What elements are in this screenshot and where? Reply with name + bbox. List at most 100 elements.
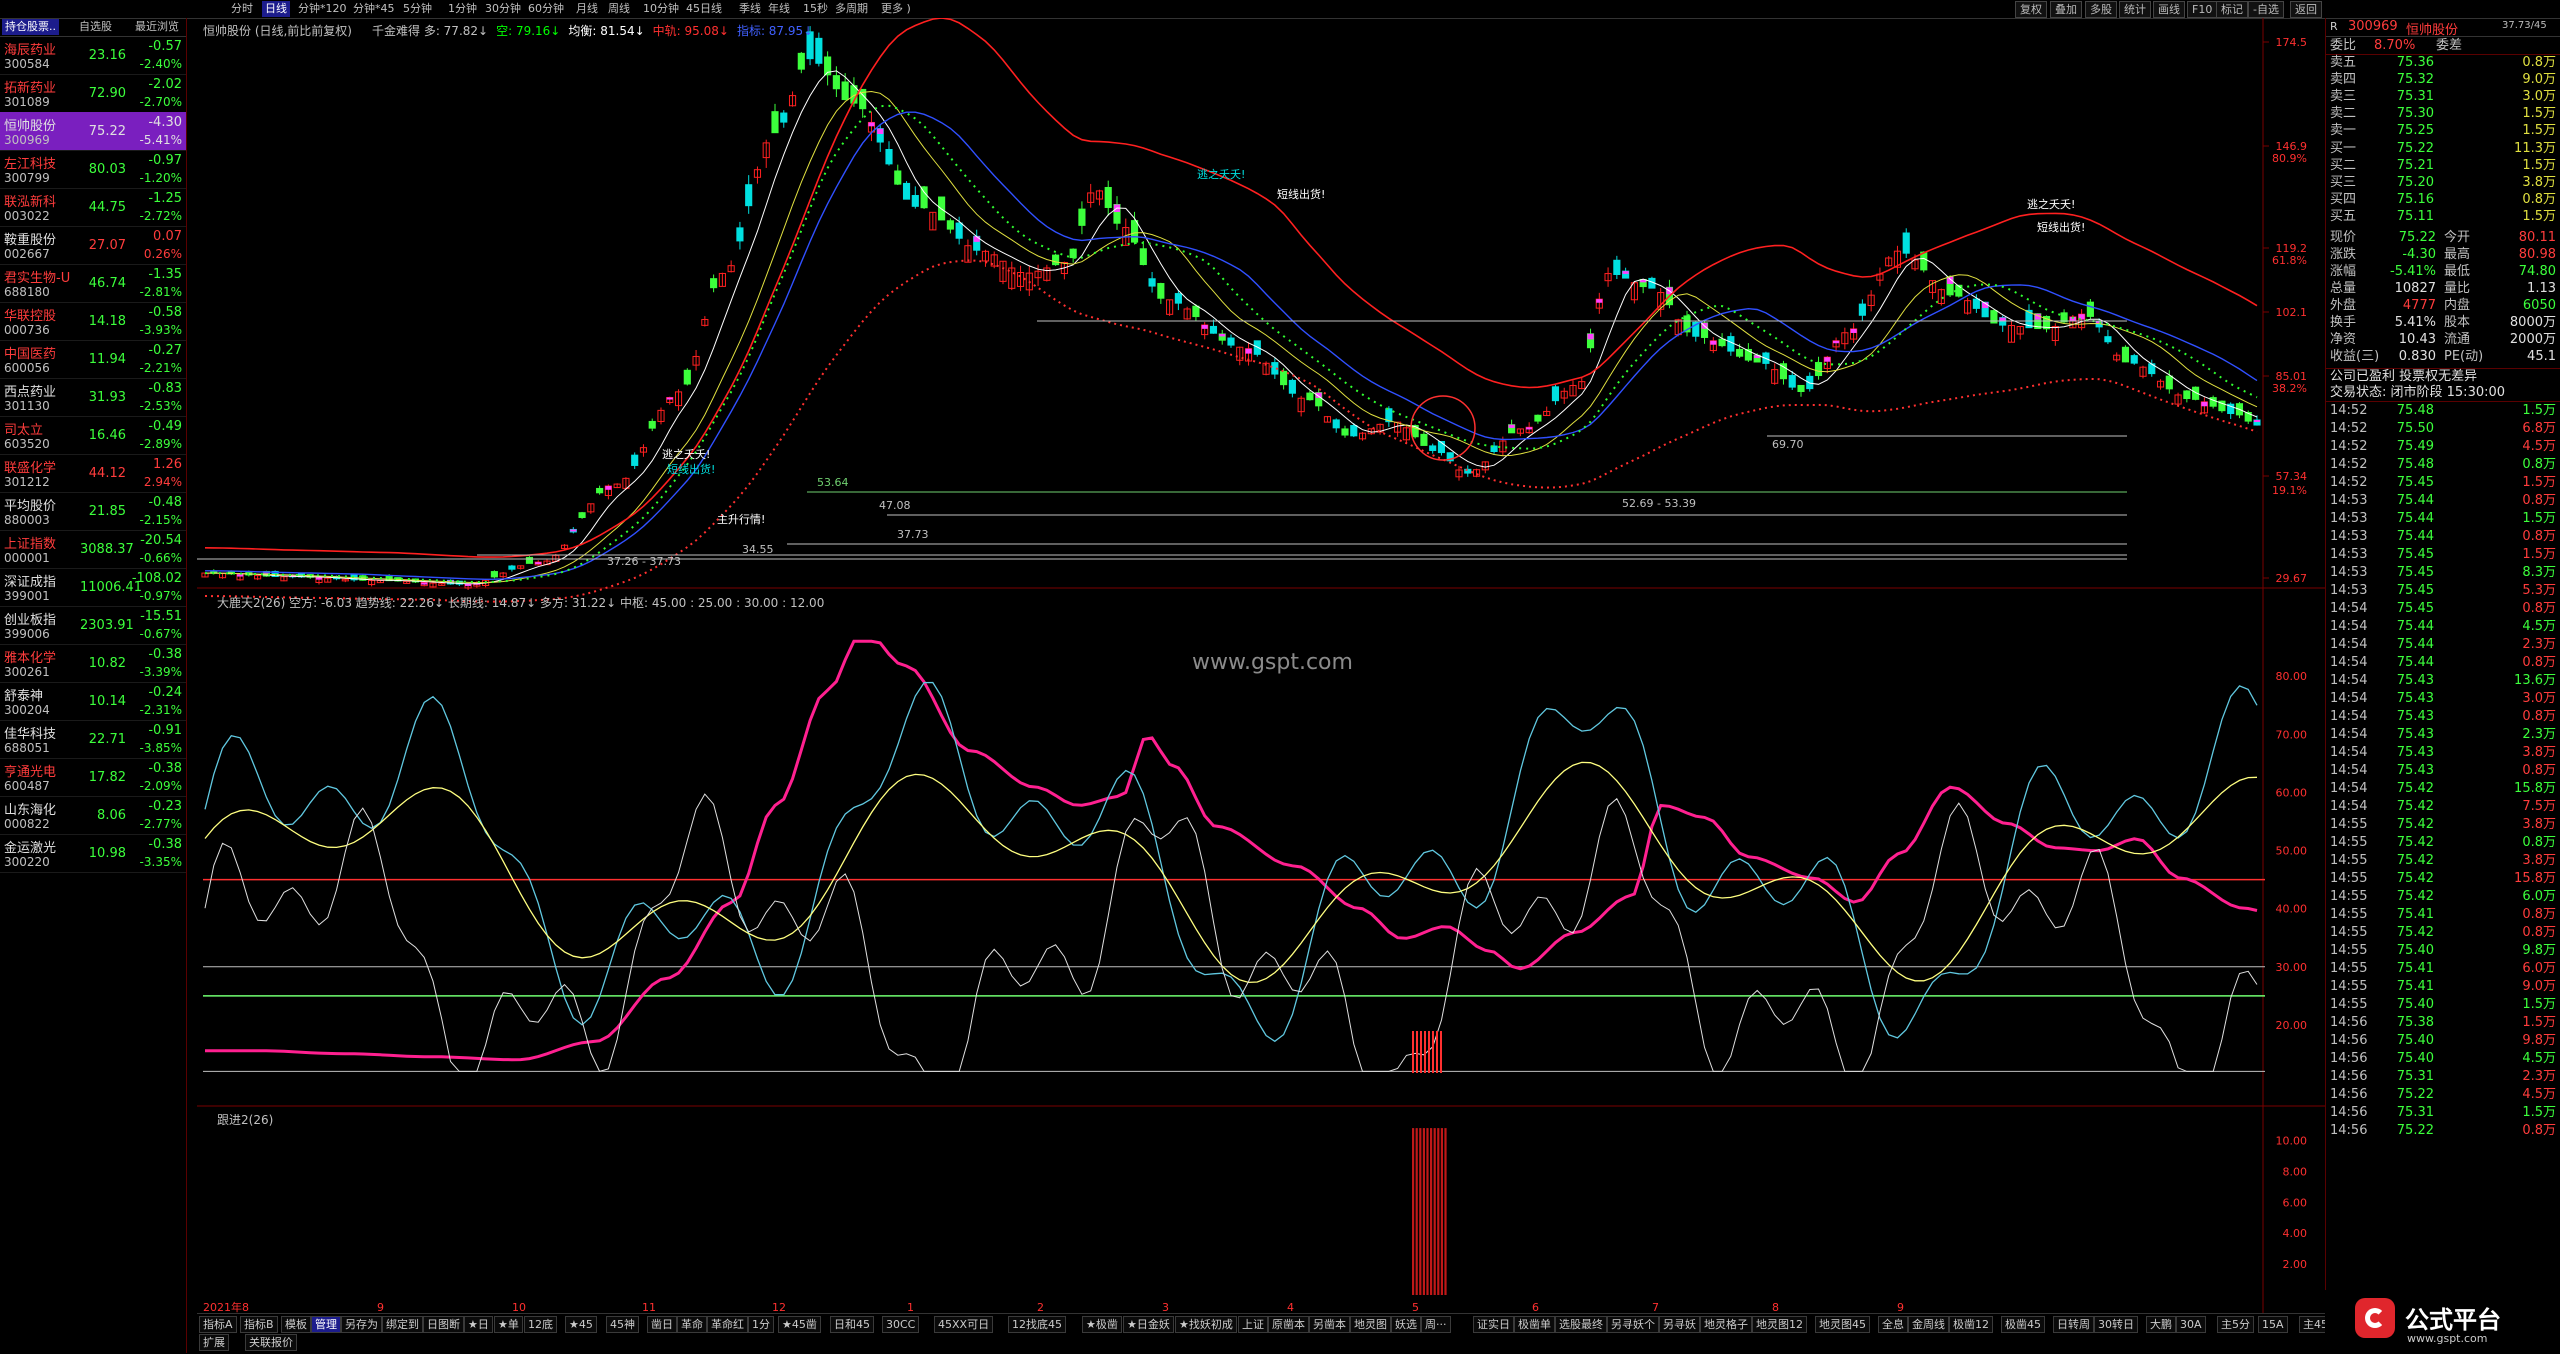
period-tab[interactable]: 日线: [262, 1, 290, 17]
period-tab[interactable]: 5分钟: [400, 1, 435, 17]
formula-tab[interactable]: 周···: [1421, 1316, 1451, 1333]
period-tab[interactable]: 1分钟: [445, 1, 480, 17]
extension-tab[interactable]: 扩展: [199, 1334, 229, 1351]
watchlist-row[interactable]: 联盛化学 301212 44.12 1.26 2.94%: [0, 454, 186, 493]
watchlist-row[interactable]: 君实生物-U 688180 46.74 -1.35 -2.81%: [0, 264, 186, 303]
watchlist-row[interactable]: 鞍重股份 002667 27.07 0.07 0.26%: [0, 226, 186, 265]
period-tab[interactable]: 季线: [736, 1, 764, 17]
formula-tab[interactable]: 凿日: [647, 1316, 677, 1333]
formula-tab[interactable]: 地灵格子: [1700, 1316, 1752, 1333]
period-tab[interactable]: 分时: [228, 1, 256, 17]
formula-tab[interactable]: 选股最终: [1555, 1316, 1607, 1333]
formula-tab[interactable]: 指标B: [240, 1316, 278, 1333]
formula-tab[interactable]: 指标A: [199, 1316, 237, 1333]
formula-tab[interactable]: 日和45: [830, 1316, 874, 1333]
watchlist-row[interactable]: 金运激光 300220 10.98 -0.38 -3.35%: [0, 834, 186, 873]
formula-tab[interactable]: 45XX可日: [934, 1316, 994, 1333]
watchlist-row[interactable]: 恒帅股份 300969 75.22 -4.30 -5.41%: [0, 112, 186, 151]
formula-tab[interactable]: 妖选: [1391, 1316, 1421, 1333]
watchlist-row[interactable]: 山东海化 000822 8.06 -0.23 -2.77%: [0, 796, 186, 835]
formula-tab[interactable]: 15A: [2258, 1316, 2288, 1333]
formula-tab[interactable]: 全息: [1878, 1316, 1908, 1333]
watchlist-row[interactable]: 雅本化学 300261 10.82 -0.38 -3.39%: [0, 644, 186, 683]
formula-tab[interactable]: 绑定到: [382, 1316, 423, 1333]
formula-tab[interactable]: 革命红: [707, 1316, 748, 1333]
period-tab[interactable]: 分钟*45: [350, 1, 398, 17]
formula-tab[interactable]: 12底: [524, 1316, 557, 1333]
watchlist-row[interactable]: 司太立 603520 16.46 -0.49 -2.89%: [0, 416, 186, 455]
period-tab[interactable]: 年线: [765, 1, 793, 17]
formula-tab[interactable]: 30转日: [2094, 1316, 2138, 1333]
formula-tab[interactable]: 另凿本: [1309, 1316, 1350, 1333]
formula-tab[interactable]: 30CC: [882, 1316, 920, 1333]
formula-tab[interactable]: 极凿12: [1949, 1316, 1993, 1333]
tool-button[interactable]: -自选: [2248, 1, 2284, 18]
watchlist-row[interactable]: 舒泰神 300204 10.14 -0.24 -2.31%: [0, 682, 186, 721]
tool-button[interactable]: 多股: [2085, 1, 2117, 18]
formula-tab[interactable]: 极凿45: [2001, 1316, 2045, 1333]
tool-button[interactable]: 叠加: [2050, 1, 2082, 18]
period-tab[interactable]: 月线: [573, 1, 601, 17]
period-tab[interactable]: 更多 ): [878, 1, 914, 17]
tool-button[interactable]: 返回: [2290, 1, 2322, 18]
period-tab[interactable]: 10分钟: [640, 1, 682, 17]
period-tab[interactable]: 60分钟: [525, 1, 567, 17]
tool-button[interactable]: 标记: [2216, 1, 2248, 18]
formula-tab[interactable]: 45神: [606, 1316, 639, 1333]
formula-tab[interactable]: 主5分: [2217, 1316, 2254, 1333]
watchlist-row[interactable]: 平均股价 880003 21.85 -0.48 -2.15%: [0, 492, 186, 531]
watchlist-row[interactable]: 创业板指 399006 2303.91 -15.51 -0.67%: [0, 606, 186, 645]
watchlist-row[interactable]: 华联控股 000736 14.18 -0.58 -3.93%: [0, 302, 186, 341]
watchlist-row[interactable]: 中国医药 600056 11.94 -0.27 -2.21%: [0, 340, 186, 379]
period-tab[interactable]: 多周期: [832, 1, 871, 17]
formula-tab[interactable]: 上证: [1238, 1316, 1268, 1333]
watchlist-row[interactable]: 佳华科技 688051 22.71 -0.91 -3.85%: [0, 720, 186, 759]
formula-tab[interactable]: ★45: [565, 1316, 597, 1333]
watchlist-row[interactable]: 海辰药业 300584 23.16 -0.57 -2.40%: [0, 36, 186, 75]
formula-tab[interactable]: ★45凿: [778, 1316, 821, 1333]
formula-tab[interactable]: 金周线: [1908, 1316, 1949, 1333]
formula-tab[interactable]: ★找妖初成: [1175, 1316, 1237, 1333]
watchlist-row[interactable]: 亨通光电 600487 17.82 -0.38 -2.09%: [0, 758, 186, 797]
period-tab[interactable]: 45日线: [683, 1, 725, 17]
watchlist-tab[interactable]: 持仓股票..: [2, 19, 59, 35]
formula-tab[interactable]: 另寻妖: [1659, 1316, 1700, 1333]
formula-tab[interactable]: 极凿单: [1514, 1316, 1555, 1333]
tool-button[interactable]: F10: [2187, 1, 2218, 18]
formula-tab[interactable]: 模板: [281, 1316, 311, 1333]
formula-tab[interactable]: ★日: [464, 1316, 493, 1333]
formula-tab[interactable]: 地灵图45: [1815, 1316, 1870, 1333]
formula-tab[interactable]: 大鹏: [2146, 1316, 2176, 1333]
formula-tab[interactable]: ★单: [494, 1316, 523, 1333]
extension-tab[interactable]: 关联报价: [245, 1334, 297, 1351]
period-tab[interactable]: 30分钟: [482, 1, 524, 17]
formula-tab[interactable]: 日图断: [423, 1316, 464, 1333]
formula-tab[interactable]: 另存为: [341, 1316, 382, 1333]
formula-tab[interactable]: 地灵图12: [1752, 1316, 1807, 1333]
formula-tab[interactable]: ★极凿: [1082, 1316, 1122, 1333]
tool-button[interactable]: 画线: [2153, 1, 2185, 18]
period-tab[interactable]: 分钟*120: [295, 1, 350, 17]
formula-tab[interactable]: 管理: [311, 1316, 341, 1333]
period-tab[interactable]: 周线: [605, 1, 633, 17]
formula-tab[interactable]: ★日金妖: [1123, 1316, 1174, 1333]
watchlist-row[interactable]: 联泓新科 003022 44.75 -1.25 -2.72%: [0, 188, 186, 227]
period-tab[interactable]: 15秒: [800, 1, 831, 17]
watchlist-row[interactable]: 拓新药业 301089 72.90 -2.02 -2.70%: [0, 74, 186, 113]
watchlist-row[interactable]: 左江科技 300799 80.03 -0.97 -1.20%: [0, 150, 186, 189]
watchlist-tab[interactable]: 自选股: [76, 19, 115, 35]
kline-chart[interactable]: 174.5 146.9 119.2 102.1 85.01 57.34 29.67 80.9%…: [197, 18, 2325, 1331]
formula-tab[interactable]: 原凿本: [1268, 1316, 1309, 1333]
formula-tab[interactable]: 革命: [677, 1316, 707, 1333]
formula-tab[interactable]: 30A: [2176, 1316, 2206, 1333]
watchlist-tab[interactable]: 最近浏览: [132, 19, 182, 35]
formula-tab[interactable]: 地灵图: [1350, 1316, 1391, 1333]
formula-tab[interactable]: 另寻妖个: [1607, 1316, 1659, 1333]
watchlist-row[interactable]: 上证指数 000001 3088.37 -20.54 -0.66%: [0, 530, 186, 569]
formula-tab[interactable]: 日转周: [2053, 1316, 2094, 1333]
formula-tab[interactable]: 1分: [748, 1316, 774, 1333]
tool-button[interactable]: 统计: [2119, 1, 2151, 18]
watchlist-row[interactable]: 西点药业 301130 31.93 -0.83 -2.53%: [0, 378, 186, 417]
tool-button[interactable]: 复权: [2015, 1, 2047, 18]
formula-tab[interactable]: 12找底45: [1008, 1316, 1066, 1333]
